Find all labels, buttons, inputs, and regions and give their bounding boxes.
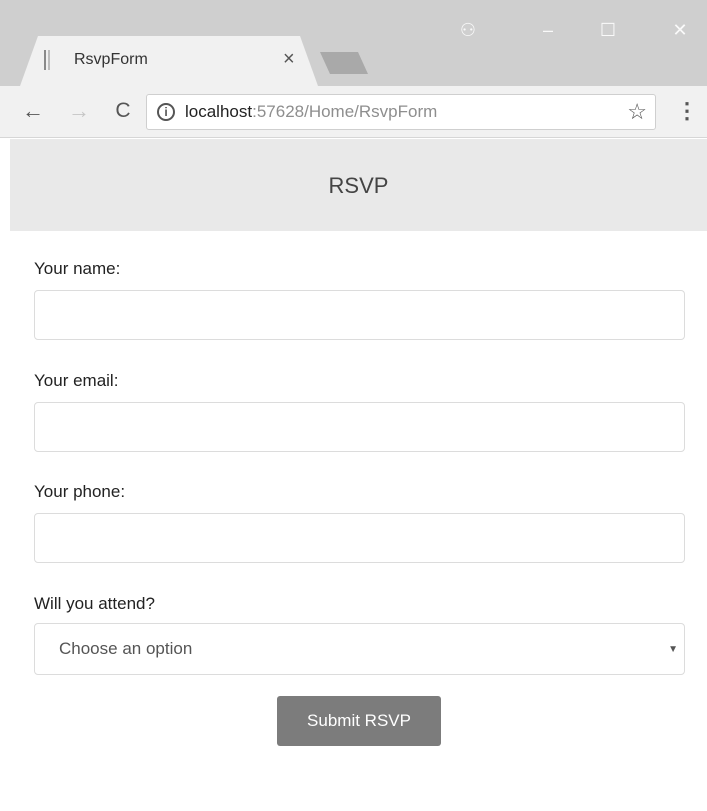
phone-input[interactable] (34, 513, 685, 563)
submit-rsvp-button[interactable]: Submit RSVP (277, 696, 441, 746)
maximize-icon[interactable]: ☐ (588, 18, 628, 42)
url-path: :57628/Home/RsvpForm (252, 102, 438, 121)
tab-favicon-icon (44, 50, 50, 70)
new-tab-button[interactable] (320, 52, 368, 74)
close-window-icon[interactable]: ✕ (660, 18, 700, 42)
bookmark-star-icon[interactable]: ☆ (627, 99, 647, 125)
name-label: Your name: (34, 259, 121, 278)
browser-titlebar: RsvpForm × ⚇ – ☐ ✕ (0, 0, 707, 86)
select-caret-icon[interactable]: ▼ (668, 640, 678, 660)
address-url[interactable]: localhost:57628/Home/RsvpForm (185, 102, 437, 122)
url-host: localhost (185, 102, 253, 121)
reload-icon[interactable]: C (108, 96, 138, 126)
address-bar[interactable]: i localhost:57628/Home/RsvpForm ☆ (146, 94, 656, 130)
page-header: RSVP (10, 139, 707, 231)
email-label: Your email: (34, 371, 119, 390)
email-input[interactable] (34, 402, 685, 452)
profile-icon[interactable]: ⚇ (448, 18, 488, 42)
attend-select[interactable]: Choose an option ▼ (34, 623, 685, 675)
tab-title[interactable]: RsvpForm (74, 50, 148, 70)
phone-label: Your phone: (34, 482, 126, 501)
tab-close-icon[interactable]: × (283, 48, 295, 70)
browser-menu-icon[interactable]: ⋮ (676, 96, 698, 126)
back-arrow-icon[interactable]: ← (18, 96, 48, 126)
minimize-icon[interactable]: – (528, 18, 568, 42)
browser-tab[interactable] (20, 36, 318, 86)
forward-arrow-icon[interactable]: → (64, 96, 94, 126)
site-info-icon[interactable]: i (157, 103, 175, 121)
name-input[interactable] (34, 290, 685, 340)
attend-select-value: Choose an option (59, 639, 193, 658)
browser-toolbar: ← → C i localhost:57628/Home/RsvpForm ☆ … (0, 86, 707, 138)
page-content: RSVP Your name: Your email: Your phone: … (0, 139, 707, 811)
attend-label: Will you attend? (34, 594, 155, 613)
page-title: RSVP (328, 173, 389, 198)
